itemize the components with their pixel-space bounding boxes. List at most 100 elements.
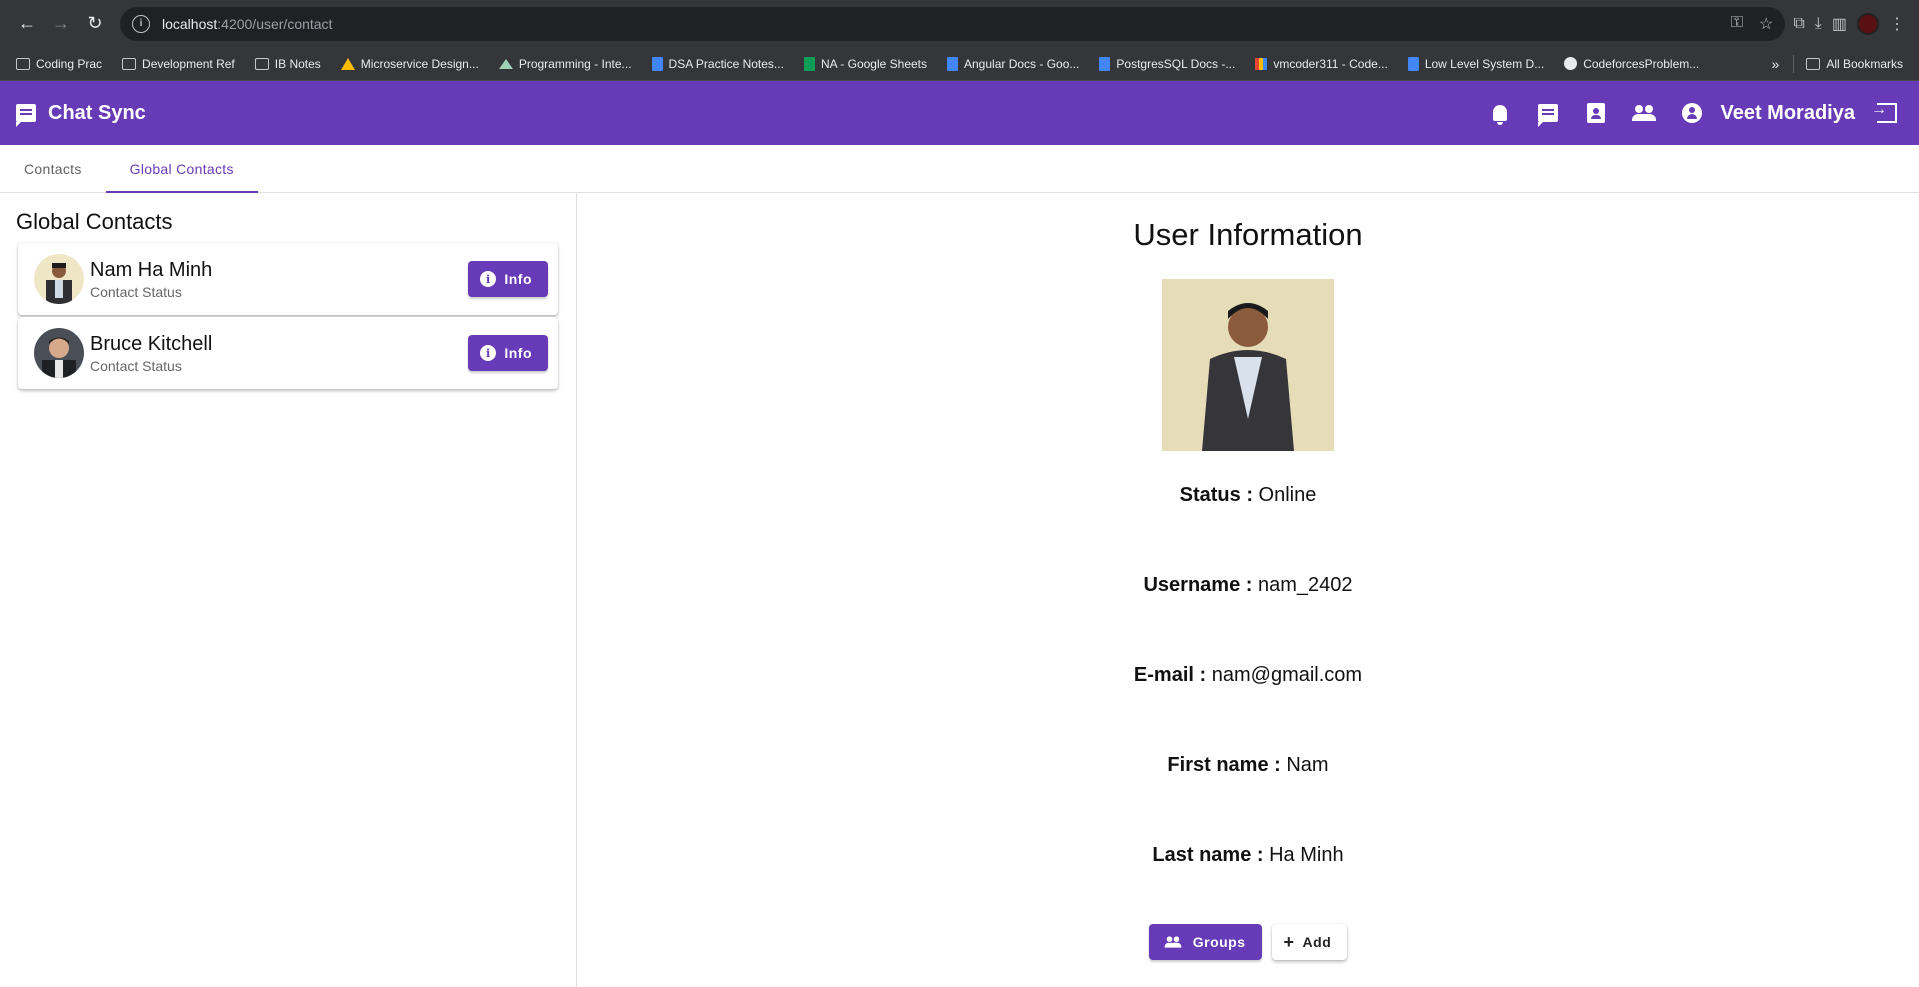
bookmark-label: Low Level System D... (1424, 56, 1545, 71)
field-label: Last name : (1152, 844, 1264, 866)
bookmark-label: PostgresSQL Docs -... (1116, 56, 1236, 71)
divider (1793, 54, 1795, 73)
bookmark-item[interactable]: Development Ref (114, 51, 243, 77)
drive-icon (340, 57, 355, 70)
bookmark-label: Programming - Inte... (518, 56, 632, 71)
field-value: nam@gmail.com (1211, 664, 1363, 686)
account-icon[interactable] (1680, 101, 1704, 125)
field-label: Status : (1179, 484, 1253, 506)
bookmark-item[interactable]: DSA Practice Notes... (644, 51, 792, 77)
contacts-heading: Global Contacts (16, 209, 173, 234)
bookmark-item[interactable]: CodeforcesProblem... (1556, 51, 1707, 77)
field-value: nam_2402 (1257, 574, 1353, 596)
groups-button-label: Groups (1192, 934, 1246, 950)
contact-status: Contact Status (90, 357, 182, 374)
profile-avatar[interactable] (1857, 12, 1879, 35)
bookmark-label: Microservice Design... (360, 56, 479, 71)
brand[interactable]: Chat Sync (16, 101, 146, 127)
side-panel-icon[interactable]: ▥ (1832, 14, 1847, 34)
bookmark-item[interactable]: Coding Prac (8, 51, 110, 77)
avatar (34, 254, 84, 304)
bookmark-label: Coding Prac (36, 56, 103, 71)
info-icon: i (480, 345, 497, 361)
site-icon (498, 58, 513, 69)
info-button-label: Info (504, 271, 532, 287)
bookmark-label: NA - Google Sheets (820, 56, 927, 71)
docs-icon (1099, 56, 1111, 71)
info-button-label: Info (504, 345, 532, 361)
folder-icon (16, 57, 30, 70)
field-value: Nam (1286, 754, 1329, 776)
contact-status: Contact Status (90, 283, 182, 300)
docs-icon (651, 56, 663, 71)
all-bookmarks[interactable]: All Bookmarks (1798, 51, 1911, 77)
extensions-icon[interactable]: ⧉ (1793, 15, 1804, 33)
user-photo (1162, 279, 1334, 451)
key-icon[interactable]: ⚿ (1731, 14, 1743, 34)
url-host: localhost (162, 15, 218, 32)
contact-name: Bruce Kitchell (90, 332, 213, 355)
globe-icon (1564, 57, 1578, 70)
star-icon[interactable]: ☆ (1759, 14, 1773, 34)
groups-icon[interactable] (1632, 101, 1657, 125)
info-icon: i (480, 271, 497, 287)
all-bookmarks-label: All Bookmarks (1826, 56, 1903, 71)
field-label: Username : (1143, 574, 1253, 596)
docs-icon (947, 56, 958, 71)
url-text[interactable]: localhost:4200/user/contact (162, 16, 332, 32)
sheets-icon (803, 56, 815, 71)
user-name[interactable]: Veet Moradiya (1720, 102, 1855, 125)
bookmark-item[interactable]: vmcoder311 - Code... (1247, 51, 1396, 77)
contacts-icon[interactable] (1584, 101, 1608, 125)
chat-icon[interactable] (1536, 101, 1560, 127)
bookmark-label: vmcoder311 - Code... (1273, 56, 1388, 71)
groups-icon (1164, 936, 1182, 948)
first-name-field: First name : Nam (1167, 754, 1328, 777)
bookmark-item[interactable]: Microservice Design... (333, 51, 487, 77)
folder-icon (122, 57, 137, 70)
reload-icon[interactable]: ↻ (78, 7, 112, 41)
tab-bar: Contacts Global Contacts (0, 145, 1919, 193)
tab-global-contacts[interactable]: Global Contacts (105, 145, 258, 193)
field-label: E-mail : (1133, 664, 1207, 686)
bookmark-item[interactable]: Programming - Inte... (491, 51, 640, 77)
info-button[interactable]: i Info (468, 261, 548, 297)
menu-icon[interactable]: ⋮ (1889, 14, 1905, 34)
tab-contacts[interactable]: Contacts (0, 145, 106, 192)
bookmark-label: DSA Practice Notes... (668, 56, 784, 71)
bookmark-item[interactable]: Angular Docs - Goo... (939, 51, 1087, 77)
address-bar[interactable]: i localhost:4200/user/contact ⚿ ☆ (120, 6, 1786, 41)
avatar (34, 328, 84, 378)
forward-icon[interactable]: → (44, 7, 78, 41)
bookmark-label: Angular Docs - Goo... (964, 56, 1080, 71)
site-info-icon[interactable]: i (132, 14, 150, 33)
bookmark-label: Development Ref (142, 56, 235, 71)
user-info-heading: User Information (1133, 217, 1363, 252)
contact-card[interactable]: Bruce Kitchell Contact Status i Info (18, 317, 558, 389)
contact-card[interactable]: Nam Ha Minh Contact Status i Info (18, 243, 558, 315)
add-button-label: Add (1302, 934, 1332, 950)
contacts-panel: Global Contacts Nam Ha Minh Contact Stat… (0, 193, 577, 987)
browser-toolbar: ← → ↻ i localhost:4200/user/contact ⚿ ☆ … (0, 0, 1919, 47)
last-name-field: Last name : Ha Minh (1152, 844, 1343, 867)
groups-button[interactable]: Groups (1148, 924, 1262, 960)
bookmarks-bar: Coding Prac Development Ref IB Notes Mic… (0, 47, 1919, 81)
download-icon[interactable]: ⤓ (1815, 15, 1822, 33)
add-button[interactable]: + Add (1271, 924, 1348, 960)
logout-icon[interactable] (1871, 101, 1903, 125)
folder-icon (1806, 57, 1821, 70)
app-title: Chat Sync (48, 101, 146, 124)
folder-icon (254, 57, 269, 70)
bookmark-label: CodeforcesProblem... (1583, 56, 1700, 71)
more-bookmarks-icon[interactable]: » (1762, 56, 1790, 72)
field-label: First name : (1167, 754, 1281, 776)
notifications-icon[interactable] (1488, 101, 1512, 125)
docs-icon (1407, 56, 1419, 71)
plus-icon: + (1283, 932, 1295, 952)
info-button[interactable]: i Info (468, 335, 548, 371)
bookmark-item[interactable]: NA - Google Sheets (796, 51, 935, 77)
back-icon[interactable]: ← (10, 7, 44, 41)
bookmark-item[interactable]: PostgresSQL Docs -... (1091, 51, 1243, 77)
bookmark-item[interactable]: IB Notes (247, 51, 329, 77)
bookmark-item[interactable]: Low Level System D... (1400, 51, 1552, 77)
